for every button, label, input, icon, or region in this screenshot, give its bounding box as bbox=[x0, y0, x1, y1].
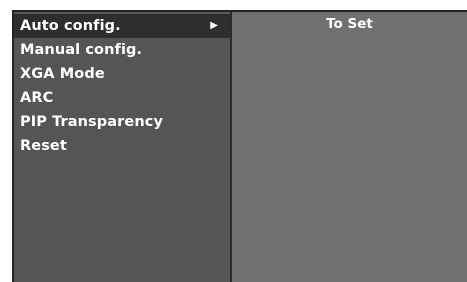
menu-item-manual-config[interactable]: Manual config. bbox=[14, 38, 230, 62]
menu-item-reset[interactable]: Reset bbox=[14, 134, 230, 158]
menu-item-label: ARC bbox=[20, 90, 54, 106]
menu-item-xga-mode[interactable]: XGA Mode bbox=[14, 62, 230, 86]
menu-item-label: Auto config. bbox=[20, 18, 121, 34]
right-triangle-icon: ▶ bbox=[210, 20, 218, 31]
submenu-panel: To Set bbox=[232, 12, 467, 282]
osd-window: Auto config. ▶ Manual config. XGA Mode A… bbox=[12, 10, 467, 282]
menu-item-auto-config[interactable]: Auto config. ▶ bbox=[14, 14, 230, 38]
menu-item-label: Reset bbox=[20, 138, 67, 154]
menu-item-label: XGA Mode bbox=[20, 66, 105, 82]
menu-item-pip-transparency[interactable]: PIP Transparency bbox=[14, 110, 230, 134]
to-set-option[interactable]: To Set bbox=[232, 16, 467, 32]
menu-item-arc[interactable]: ARC bbox=[14, 86, 230, 110]
menu-item-label: PIP Transparency bbox=[20, 114, 164, 130]
menu-item-label: Manual config. bbox=[20, 42, 143, 58]
settings-menu: Auto config. ▶ Manual config. XGA Mode A… bbox=[14, 14, 230, 282]
